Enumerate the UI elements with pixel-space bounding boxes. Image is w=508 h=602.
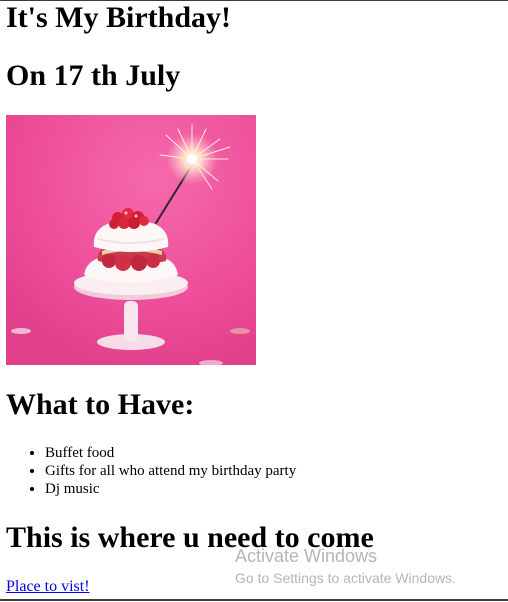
list-item: Dj music bbox=[45, 480, 296, 498]
cake-illustration bbox=[6, 115, 256, 365]
list-item: Buffet food bbox=[45, 444, 296, 462]
page-title: It's My Birthday! bbox=[6, 1, 231, 34]
what-to-have-heading: What to Have: bbox=[6, 388, 195, 421]
place-to-visit-link[interactable]: Place to vist! bbox=[6, 578, 90, 596]
list-item: Gifts for all who attend my birthday par… bbox=[45, 462, 296, 480]
bottom-border bbox=[0, 599, 508, 601]
watermark-subtitle: Go to Settings to activate Windows. bbox=[235, 570, 456, 586]
birthday-cake-image bbox=[6, 115, 256, 365]
what-to-have-list: Buffet food Gifts for all who attend my … bbox=[6, 444, 296, 498]
location-heading: This is where u need to come bbox=[6, 521, 374, 554]
birthday-date-heading: On 17 th July bbox=[6, 59, 181, 92]
